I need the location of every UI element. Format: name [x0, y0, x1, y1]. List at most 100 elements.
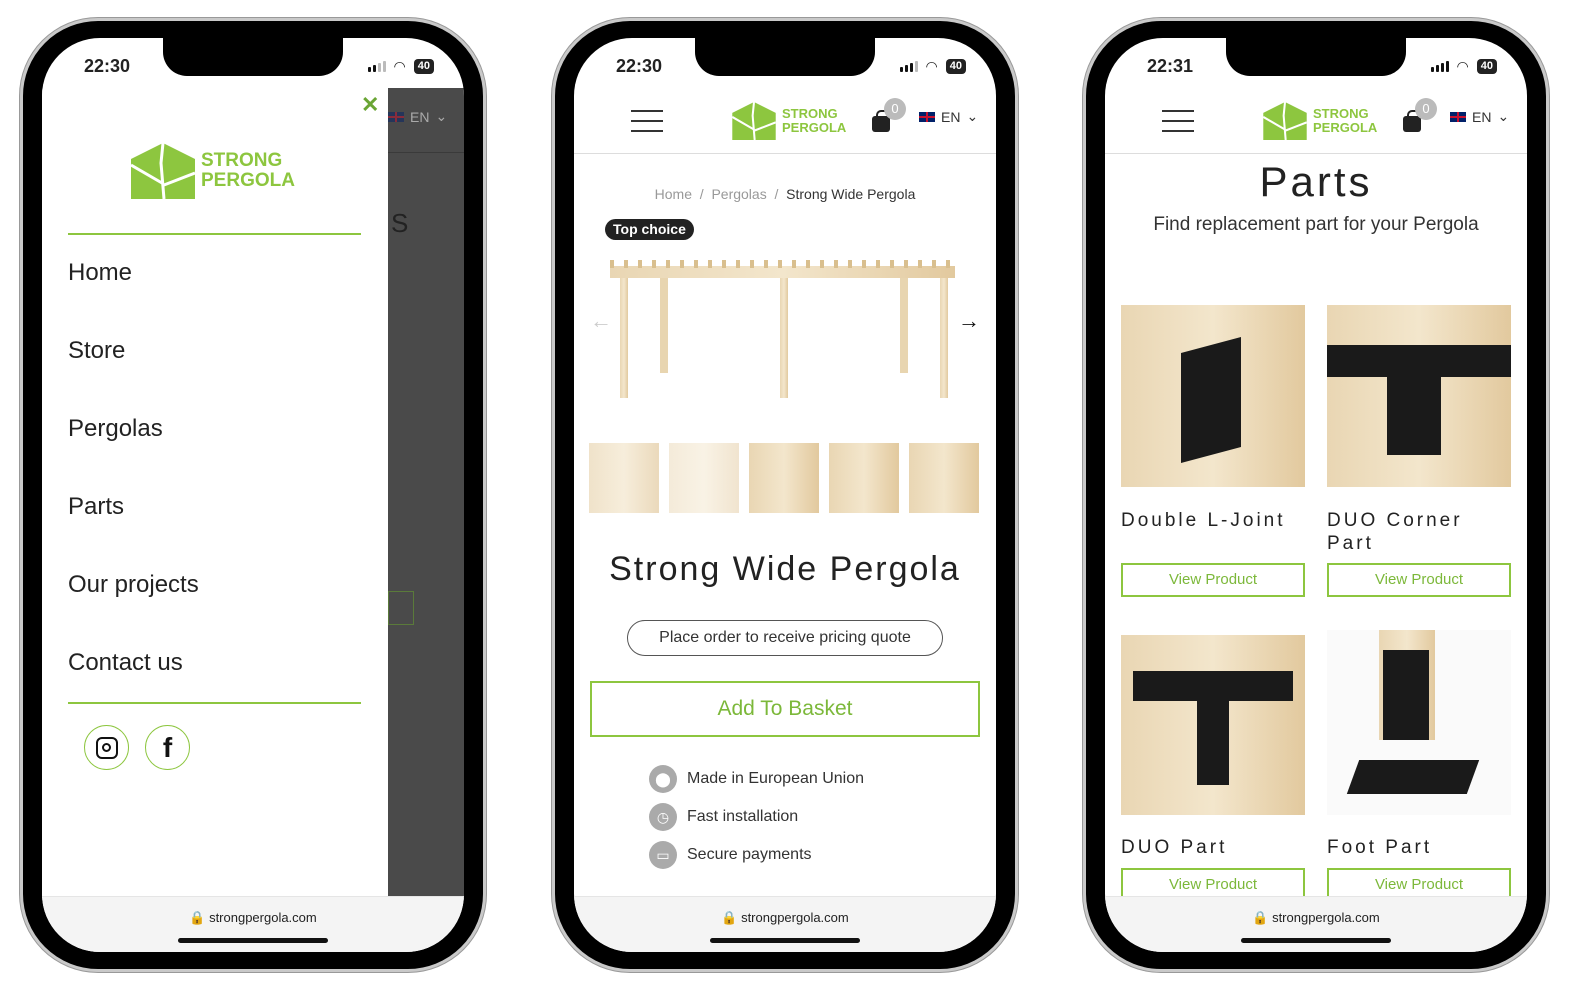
menu-item-our-projects[interactable]: Our projects [68, 571, 199, 599]
product-image-double-l-joint[interactable] [1121, 305, 1305, 487]
notch [1226, 38, 1406, 76]
phone-menu: 22:30 ◠ 40 EN ⌄ S ✕ STRONG PERGOLA Home Sto… [20, 18, 486, 972]
page-title: Parts [1259, 158, 1373, 205]
product-title: Strong Wide Pergola [609, 550, 961, 588]
feature-item: ◷ Fast installation [649, 803, 798, 831]
chevron-down-icon: ⌄ [966, 108, 979, 124]
breadcrumb-pergolas[interactable]: Pergolas [711, 186, 766, 202]
brand-line2: PERGOLA [201, 170, 295, 191]
status-time: 22:31 [1147, 56, 1194, 76]
url-text: 🔒 strongpergola.com [721, 910, 849, 925]
wifi-icon: ◠ [1456, 58, 1469, 74]
menu-item-pergolas[interactable]: Pergolas [68, 415, 163, 443]
thumbnail[interactable] [589, 443, 659, 513]
top-choice-badge: Top choice [605, 219, 694, 240]
phone-product: 22:30 ◠ 40 STRONG PERGOLA 0 EN ⌄ Home / Per… [552, 18, 1018, 972]
uk-flag-icon [919, 111, 935, 122]
browser-url-bar[interactable]: 🔒 strongpergola.com [1105, 896, 1527, 952]
battery-icon: 40 [413, 59, 434, 74]
status-icons: ◠ 40 [1430, 58, 1497, 75]
thumbnail[interactable] [669, 443, 739, 513]
wifi-icon: ◠ [393, 58, 406, 74]
wifi-icon: ◠ [925, 58, 938, 74]
page-subtitle: Find replacement part for your Pergola [1153, 214, 1479, 235]
menu-item-parts[interactable]: Parts [68, 493, 124, 521]
hamburger-menu-icon[interactable] [631, 110, 663, 132]
menu-item-home[interactable]: Home [68, 259, 132, 287]
header-divider [574, 153, 996, 154]
product-image-duo-part[interactable] [1121, 635, 1305, 815]
hamburger-menu-icon[interactable] [1162, 110, 1194, 132]
close-icon[interactable]: ✕ [361, 92, 379, 118]
home-indicator [710, 938, 860, 943]
product-name: DUO Part [1121, 837, 1228, 858]
battery-icon: 40 [1476, 59, 1497, 74]
breadcrumb-current: Strong Wide Pergola [786, 186, 916, 202]
logo[interactable]: STRONG PERGOLA [732, 102, 846, 140]
battery-icon: 40 [945, 59, 966, 74]
location-pin-icon: ⬤ [649, 765, 677, 793]
page-overlay[interactable]: EN ⌄ S [388, 88, 464, 898]
breadcrumb: Home / Pergolas / Strong Wide Pergola [654, 186, 916, 202]
status-time: 22:30 [616, 56, 663, 76]
browser-url-bar[interactable]: 🔒 strongpergola.com [574, 896, 996, 952]
view-product-button[interactable]: View Product [1121, 563, 1305, 597]
uk-flag-icon [1450, 111, 1466, 122]
chevron-down-icon: ⌄ [1497, 108, 1510, 124]
clock-icon: ◷ [649, 803, 677, 831]
signal-icon [899, 61, 918, 72]
home-indicator [178, 938, 328, 943]
facebook-icon[interactable]: f [145, 725, 190, 770]
notch [695, 38, 875, 76]
arrow-left-icon[interactable]: ← [590, 308, 612, 334]
cart-count: 0 [884, 98, 906, 120]
thumbnail[interactable] [909, 443, 979, 513]
product-image-foot-part[interactable] [1327, 630, 1511, 815]
product-name: Double L-Joint [1121, 510, 1286, 531]
screen: 22:30 ◠ 40 STRONG PERGOLA 0 EN ⌄ Home / Per… [574, 38, 996, 952]
home-indicator [1241, 938, 1391, 943]
status-icons: ◠ 40 [367, 58, 434, 75]
menu-item-store[interactable]: Store [68, 337, 125, 365]
signal-icon [1430, 61, 1449, 72]
feature-item: ⬤ Made in European Union [649, 765, 864, 793]
pricing-quote-button[interactable]: Place order to receive pricing quote [627, 620, 943, 656]
status-icons: ◠ 40 [899, 58, 966, 75]
phone-parts: 22:31 ◠ 40 STRONG PERGOLA 0 EN ⌄ Parts Find… [1083, 18, 1549, 972]
product-image [610, 258, 955, 408]
screen: 22:30 ◠ 40 EN ⌄ S ✕ STRONG PERGOLA Home Sto… [42, 38, 464, 952]
thumbnail-strip [589, 443, 979, 513]
divider [68, 702, 361, 704]
language-selector[interactable]: EN ⌄ [1450, 108, 1509, 125]
language-selector[interactable]: EN ⌄ [388, 108, 447, 125]
thumbnail[interactable] [749, 443, 819, 513]
browser-url-bar[interactable]: 🔒 strongpergola.com [42, 896, 464, 952]
product-image-duo-corner[interactable] [1327, 305, 1511, 487]
breadcrumb-home[interactable]: Home [655, 186, 692, 202]
logo[interactable]: STRONG PERGOLA [1263, 102, 1377, 140]
header-divider [1105, 153, 1527, 154]
logo: STRONG PERGOLA [131, 143, 295, 199]
product-name: Foot Part [1327, 837, 1433, 858]
screen: 22:31 ◠ 40 STRONG PERGOLA 0 EN ⌄ Parts Find… [1105, 38, 1527, 952]
arrow-right-icon[interactable]: → [958, 308, 980, 334]
feature-item: ▭ Secure payments [649, 841, 812, 869]
url-text: 🔒 strongpergola.com [1252, 910, 1380, 925]
cart-icon[interactable] [1403, 110, 1421, 132]
notch [163, 38, 343, 76]
url-text: 🔒 strongpergola.com [189, 910, 317, 925]
menu-item-contact-us[interactable]: Contact us [68, 649, 183, 677]
status-time: 22:30 [84, 56, 131, 76]
add-to-basket-button[interactable]: Add To Basket [590, 681, 980, 737]
instagram-icon[interactable] [84, 725, 129, 770]
divider [68, 233, 361, 235]
view-product-button[interactable]: View Product [1327, 563, 1511, 597]
brand-line1: STRONG [201, 150, 283, 172]
product-name: DUO Corner Part [1327, 510, 1463, 554]
language-selector[interactable]: EN ⌄ [919, 108, 978, 125]
cart-icon[interactable] [872, 110, 890, 132]
behind-text: S [391, 208, 409, 238]
credit-card-icon: ▭ [649, 841, 677, 869]
cart-count: 0 [1415, 98, 1437, 120]
thumbnail[interactable] [829, 443, 899, 513]
